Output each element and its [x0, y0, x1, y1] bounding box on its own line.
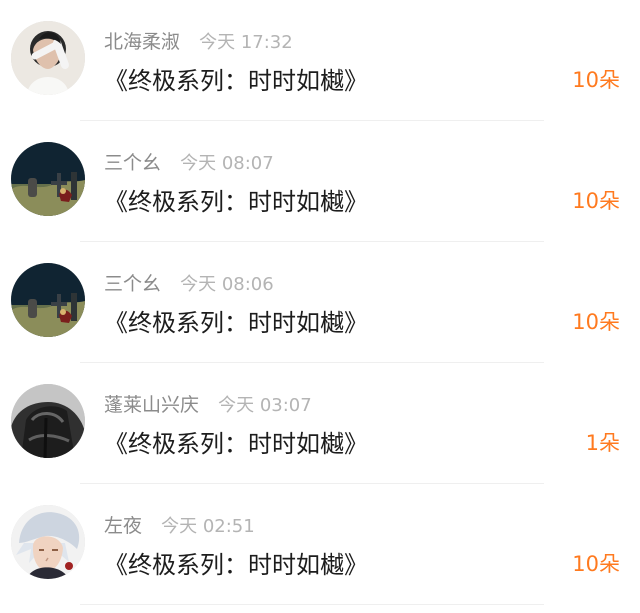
record-meta: 北海柔淑 今天 17:32: [104, 27, 293, 55]
gift-time: 今天 08:07: [180, 152, 274, 174]
gift-record-list: 北海柔淑 今天 17:32 《终极系列：时时如樾》 10朵 三个幺 今天 08:…: [0, 0, 640, 613]
gift-message: 《终极系列：时时如樾》: [104, 67, 368, 95]
gift-amount: 10朵: [572, 552, 620, 576]
gift-message: 《终极系列：时时如樾》: [104, 188, 368, 216]
sender-name[interactable]: 左夜: [104, 515, 142, 537]
sender-name[interactable]: 三个幺: [104, 152, 161, 174]
sender-name[interactable]: 三个幺: [104, 273, 161, 295]
gift-time: 今天 17:32: [199, 31, 293, 53]
white-hair-anime-avatar[interactable]: [11, 505, 85, 579]
gift-record-row[interactable]: 蓬莱山兴庆 今天 03:07 《终极系列：时时如樾》 1朵: [0, 363, 640, 484]
row-divider: [80, 604, 544, 605]
gift-amount: 10朵: [572, 189, 620, 213]
gift-record-row[interactable]: 北海柔淑 今天 17:32 《终极系列：时时如樾》 10朵: [0, 0, 640, 121]
gift-amount: 1朵: [585, 431, 620, 455]
gift-record-row[interactable]: 三个幺 今天 08:06 《终极系列：时时如樾》 10朵: [0, 242, 640, 363]
person-covering-face-avatar[interactable]: [11, 21, 85, 95]
gift-time: 今天 03:07: [218, 394, 312, 416]
graveyard-night-avatar[interactable]: [11, 263, 85, 337]
record-meta: 三个幺 今天 08:07: [104, 148, 274, 176]
gift-amount: 10朵: [572, 310, 620, 334]
record-meta: 三个幺 今天 08:06: [104, 269, 274, 297]
graveyard-night-avatar[interactable]: [11, 142, 85, 216]
record-meta: 蓬莱山兴庆 今天 03:07: [104, 390, 312, 418]
gift-time: 今天 08:06: [180, 273, 274, 295]
gift-time: 今天 02:51: [161, 515, 255, 537]
dark-jacket-person-avatar[interactable]: [11, 384, 85, 458]
gift-message: 《终极系列：时时如樾》: [104, 309, 368, 337]
sender-name[interactable]: 蓬莱山兴庆: [104, 394, 199, 416]
gift-record-row[interactable]: 三个幺 今天 08:07 《终极系列：时时如樾》 10朵: [0, 121, 640, 242]
sender-name[interactable]: 北海柔淑: [104, 31, 180, 53]
record-meta: 左夜 今天 02:51: [104, 511, 255, 539]
gift-message: 《终极系列：时时如樾》: [104, 551, 368, 579]
gift-message: 《终极系列：时时如樾》: [104, 430, 368, 458]
gift-amount: 10朵: [572, 68, 620, 92]
gift-record-row[interactable]: 左夜 今天 02:51 《终极系列：时时如樾》 10朵: [0, 484, 640, 605]
